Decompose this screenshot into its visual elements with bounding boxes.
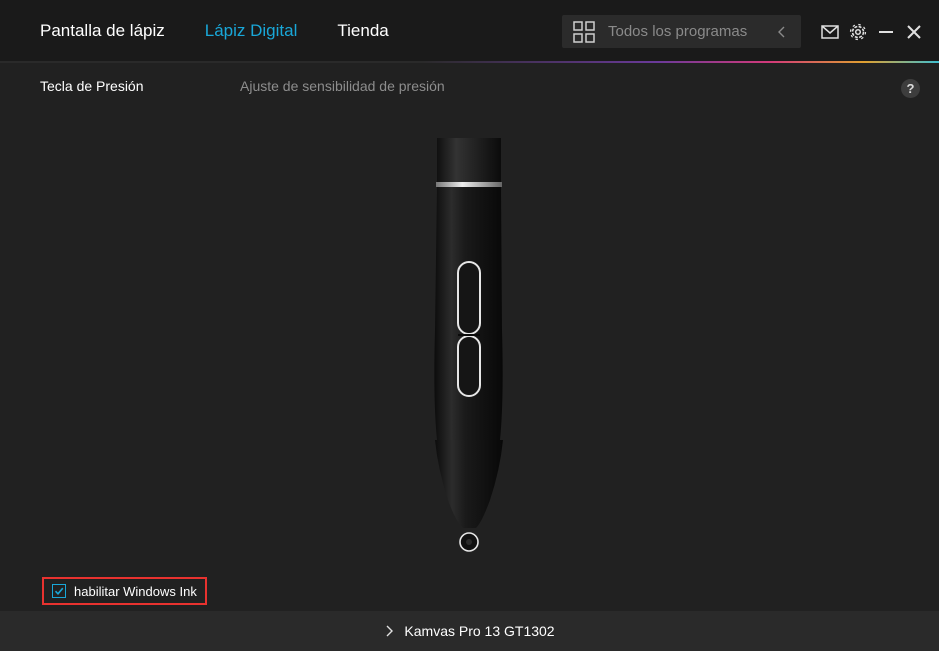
gear-icon[interactable] <box>848 22 868 42</box>
tab-pressure-sensitivity[interactable]: Ajuste de sensibilidad de presión <box>240 78 445 94</box>
windows-ink-label: habilitar Windows Ink <box>74 583 197 599</box>
top-navigation: Pantalla de lápiz Lápiz Digital Tienda <box>40 18 429 44</box>
device-name: Kamvas Pro 13 GT1302 <box>404 623 555 639</box>
app-window: Pantalla de lápiz Lápiz Digital Tienda T… <box>0 0 939 651</box>
help-icon[interactable]: ? <box>901 79 920 98</box>
windows-ink-checkbox[interactable]: habilitar Windows Ink <box>42 577 207 605</box>
checkbox-box[interactable] <box>52 584 66 598</box>
chevron-left-icon[interactable] <box>775 25 789 39</box>
pen-image <box>434 138 503 552</box>
header-bar: Pantalla de lápiz Lápiz Digital Tienda T… <box>0 0 939 61</box>
tab-pressure-key[interactable]: Tecla de Presión <box>40 78 144 94</box>
mail-icon[interactable] <box>820 23 840 41</box>
tab-pen-display[interactable]: Pantalla de lápiz <box>40 18 165 44</box>
tab-digital-pen[interactable]: Lápiz Digital <box>205 18 298 44</box>
close-icon[interactable] <box>904 22 924 42</box>
program-selector-label: Todos los programas <box>608 23 748 40</box>
header-divider <box>0 61 939 63</box>
pen-illustration <box>420 130 520 560</box>
checkmark-icon <box>54 587 64 595</box>
window-controls <box>820 22 924 42</box>
program-selector[interactable]: Todos los programas <box>562 15 801 48</box>
grid-icon <box>573 20 595 43</box>
chevron-right-icon <box>386 625 394 637</box>
tab-store[interactable]: Tienda <box>337 18 388 44</box>
minimize-icon[interactable] <box>876 22 896 42</box>
device-bar[interactable]: Kamvas Pro 13 GT1302 <box>0 611 939 651</box>
